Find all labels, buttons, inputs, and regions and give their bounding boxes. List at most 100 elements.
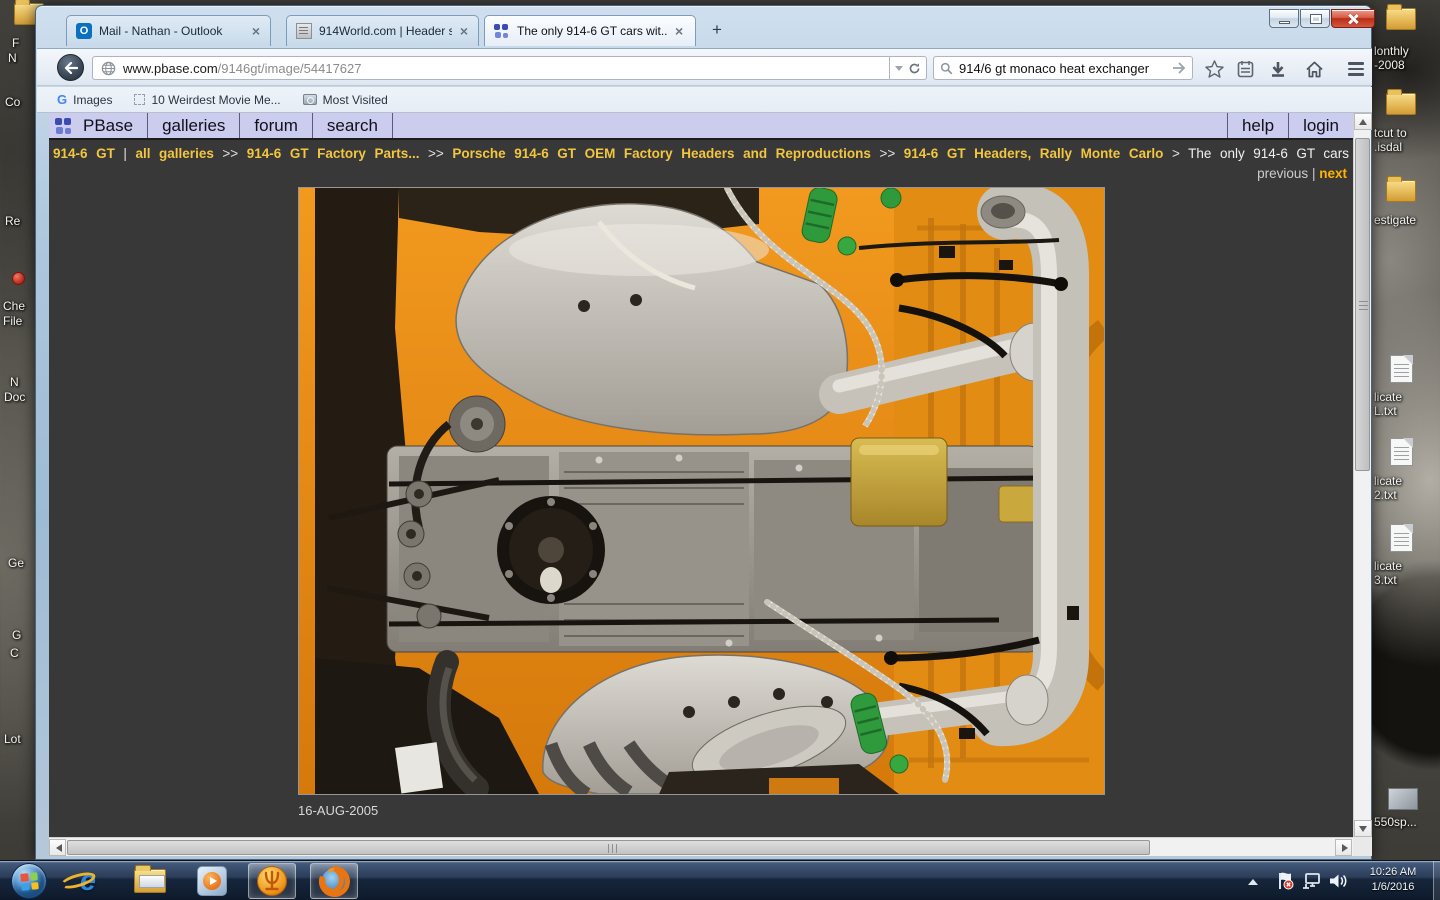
clock-time: 10:26 AM: [1355, 865, 1431, 880]
desktop-textfile-icon[interactable]: [1390, 355, 1413, 383]
close-button[interactable]: [1331, 9, 1375, 28]
desktop-folder-icon[interactable]: [1386, 8, 1416, 30]
breadcrumb-link[interactable]: 914-6 GT: [53, 146, 115, 161]
bookmark-most-visited[interactable]: Most Visited: [303, 93, 388, 107]
taskbar-ie-button[interactable]: e: [64, 863, 112, 899]
minimize-button[interactable]: [1269, 9, 1299, 28]
desktop-label[interactable]: Che: [3, 299, 25, 313]
bookmark-star-icon[interactable]: [1202, 57, 1226, 81]
tab-outlook[interactable]: O Mail - Nathan - Outlook ×: [66, 15, 271, 46]
downloads-icon[interactable]: [1266, 57, 1290, 81]
breadcrumb-link[interactable]: 914-6 GT Factory Parts...: [247, 146, 420, 161]
action-center-flag-icon[interactable]: [1276, 861, 1294, 900]
taskbar-explorer-button[interactable]: [126, 863, 174, 899]
desktop-label[interactable]: Co: [5, 95, 20, 109]
address-bar[interactable]: www.pbase.com/9146gt/image/54417627: [92, 56, 889, 80]
desktop-label[interactable]: N: [10, 375, 19, 389]
engine-photo[interactable]: [298, 187, 1105, 795]
desktop-image-icon[interactable]: [1388, 788, 1418, 810]
windows-explorer-icon: [134, 869, 166, 893]
search-bar[interactable]: [933, 56, 1193, 80]
desktop-folder-icon[interactable]: [1386, 180, 1416, 202]
nav-search[interactable]: search: [313, 116, 392, 136]
desktop-textfile-icon[interactable]: [1390, 524, 1413, 552]
desktop-label[interactable]: Doc: [4, 390, 25, 404]
tab-title: 914World.com | Header sizi...: [319, 24, 452, 38]
horizontal-scroll-thumb[interactable]: [67, 840, 1150, 855]
tab-914world[interactable]: 914World.com | Header sizi... ×: [286, 15, 479, 46]
breadcrumb-link[interactable]: Porsche 914-6 GT OEM Factory Headers and…: [452, 146, 870, 161]
tab-close-icon[interactable]: ×: [251, 24, 261, 38]
desktop-label[interactable]: Re: [5, 214, 20, 228]
desktop-label[interactable]: N: [8, 51, 17, 65]
breadcrumb-current: The only 914-6 GT cars: [1188, 146, 1349, 161]
next-link[interactable]: next: [1319, 166, 1347, 181]
volume-icon[interactable]: [1328, 861, 1347, 900]
nav-login[interactable]: login: [1289, 116, 1353, 136]
nav-help[interactable]: help: [1228, 116, 1288, 136]
breadcrumb-link[interactable]: all galleries: [135, 146, 213, 161]
photo-date-caption: 16-AUG-2005: [298, 803, 1353, 818]
most-visited-folder-icon: [303, 94, 317, 105]
media-player-icon: [197, 866, 227, 896]
tab-close-icon[interactable]: ×: [674, 24, 684, 38]
scroll-down-button[interactable]: [1354, 820, 1372, 837]
desktop-label[interactable]: Ge: [8, 556, 24, 570]
home-icon[interactable]: [1302, 57, 1326, 81]
desktop-label[interactable]: licate2.txt: [1374, 474, 1402, 502]
desktop-textfile-icon[interactable]: [1390, 438, 1413, 466]
pager: previous | next: [49, 164, 1353, 181]
bookmark-images[interactable]: G Images: [57, 92, 112, 107]
bookmarks-menu-icon[interactable]: [1233, 57, 1257, 81]
nav-pbase[interactable]: PBase: [81, 116, 147, 136]
taskbar-firefox-button[interactable]: [310, 863, 358, 899]
search-go-icon[interactable]: [1172, 62, 1186, 74]
desktop-label[interactable]: Lot: [4, 732, 21, 746]
reload-icon[interactable]: [908, 62, 921, 75]
desktop-label[interactable]: G: [12, 628, 21, 642]
search-input[interactable]: [959, 61, 1166, 76]
outlook-icon: O: [76, 23, 92, 39]
vertical-scroll-thumb[interactable]: [1355, 138, 1370, 471]
tab-close-icon[interactable]: ×: [459, 24, 469, 38]
menu-hamburger-icon[interactable]: [1342, 57, 1370, 81]
scroll-left-button[interactable]: [49, 839, 66, 856]
desktop-label[interactable]: C: [10, 646, 19, 660]
nav-forum[interactable]: forum: [240, 116, 311, 136]
horizontal-scrollbar[interactable]: [49, 837, 1353, 856]
nav-galleries[interactable]: galleries: [148, 116, 239, 136]
scroll-right-button[interactable]: [1335, 839, 1352, 856]
search-icon: [940, 62, 953, 75]
desktop-label[interactable]: 550sp...: [1374, 815, 1417, 829]
desktop-label[interactable]: tcut to.isdal: [1374, 126, 1407, 154]
tab-pbase-active[interactable]: The only 914-6 GT cars wit... ×: [484, 15, 696, 46]
tray-expand-icon[interactable]: [1248, 861, 1258, 900]
bookmark-weirdest-movie[interactable]: 10 Weirdest Movie Me...: [134, 93, 280, 107]
new-tab-button[interactable]: +: [704, 19, 730, 42]
gallery-page: 914-6 GT | all galleries >> 914-6 GT Fac…: [49, 140, 1353, 818]
taskbar-clock[interactable]: 10:26 AM 1/6/2016: [1355, 865, 1431, 895]
taskbar-app-button[interactable]: [248, 863, 296, 899]
vertical-scrollbar[interactable]: [1353, 113, 1371, 837]
url-text: www.pbase.com/9146gt/image/54417627: [123, 61, 362, 76]
desktop-folder-icon[interactable]: [1386, 93, 1416, 115]
maximize-button[interactable]: [1300, 9, 1330, 28]
desktop-label[interactable]: File: [3, 314, 22, 328]
desktop-label[interactable]: estigate: [1374, 213, 1416, 227]
desktop-label[interactable]: licate3.txt: [1374, 559, 1402, 587]
history-dropdown-icon[interactable]: [895, 66, 903, 75]
previous-link[interactable]: previous: [1257, 166, 1308, 181]
google-icon: G: [57, 92, 67, 107]
show-desktop-button[interactable]: [1433, 861, 1440, 900]
breadcrumb-link[interactable]: 914-6 GT Headers, Rally Monte Carlo: [904, 146, 1164, 161]
scroll-up-button[interactable]: [1354, 113, 1372, 130]
back-button[interactable]: [57, 54, 84, 81]
network-icon[interactable]: [1301, 861, 1323, 900]
taskbar-media-player-button[interactable]: [188, 863, 236, 899]
desktop-label[interactable]: lonthly-2008: [1374, 44, 1409, 72]
pbase-logo-icon[interactable]: [55, 117, 75, 135]
desktop-label[interactable]: F: [12, 36, 19, 50]
desktop-app-icon[interactable]: [12, 272, 25, 285]
desktop-label[interactable]: licateL.txt: [1374, 390, 1402, 418]
start-button[interactable]: [11, 863, 47, 899]
